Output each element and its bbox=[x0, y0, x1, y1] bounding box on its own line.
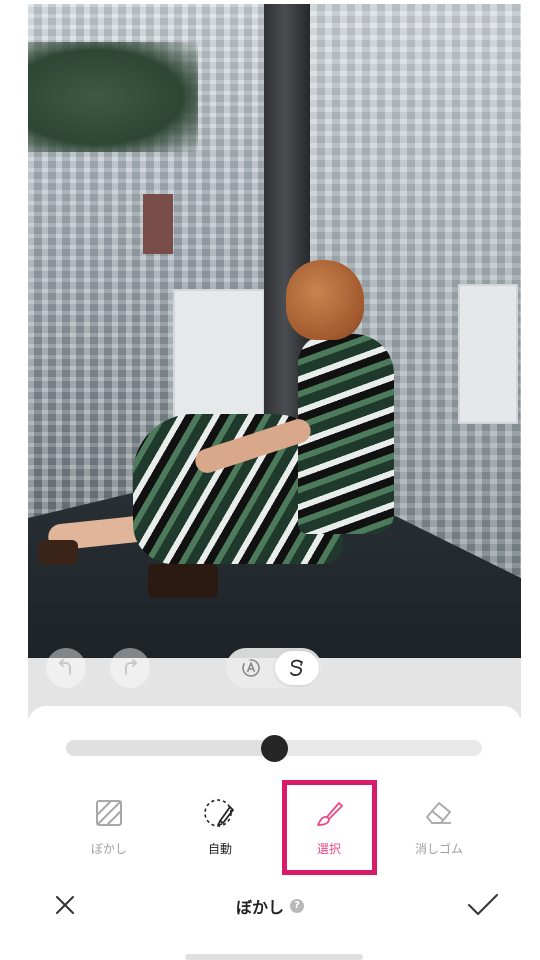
hand-gesture-icon bbox=[290, 659, 303, 676]
auto-select-icon bbox=[204, 799, 234, 827]
help-icon[interactable]: ? bbox=[290, 899, 304, 913]
building bbox=[458, 284, 518, 424]
screen-title-wrap: ぼかし? bbox=[0, 894, 540, 918]
tool-blur-label: ぼかし bbox=[90, 842, 127, 856]
tool-eraser-label: 消しゴム bbox=[414, 842, 463, 856]
redo-icon bbox=[125, 659, 137, 675]
person-shoe bbox=[148, 564, 218, 598]
checkmark-icon bbox=[468, 894, 498, 915]
bottom-action-bar: ぼかし? bbox=[0, 880, 540, 930]
manual-mode-button[interactable] bbox=[275, 651, 319, 685]
blur-icon bbox=[96, 800, 122, 826]
active-tool-highlight bbox=[282, 780, 377, 875]
tool-auto[interactable]: 自動 bbox=[175, 795, 265, 865]
undo-button[interactable] bbox=[46, 648, 86, 688]
auto-mode-icon bbox=[242, 659, 260, 677]
park-area bbox=[28, 42, 198, 152]
tool-eraser[interactable]: 消しゴム bbox=[394, 795, 484, 865]
building bbox=[143, 194, 173, 254]
slider-fill bbox=[66, 740, 274, 756]
redo-button[interactable] bbox=[110, 648, 150, 688]
person-shoe bbox=[38, 540, 78, 564]
selection-mode-toggle bbox=[226, 648, 322, 688]
screen-title: ぼかし bbox=[235, 898, 284, 917]
photo-canvas[interactable] bbox=[28, 4, 521, 658]
confirm-button[interactable] bbox=[464, 888, 502, 922]
eraser-icon bbox=[426, 802, 451, 824]
auto-mode-button[interactable] bbox=[229, 651, 273, 685]
undo-icon bbox=[59, 659, 71, 675]
person-torso bbox=[298, 334, 394, 534]
person-head bbox=[286, 260, 364, 340]
home-indicator bbox=[185, 954, 363, 960]
tool-blur[interactable]: ぼかし bbox=[64, 795, 154, 865]
tool-auto-label: 自動 bbox=[207, 842, 232, 856]
slider-knob[interactable] bbox=[261, 735, 288, 762]
